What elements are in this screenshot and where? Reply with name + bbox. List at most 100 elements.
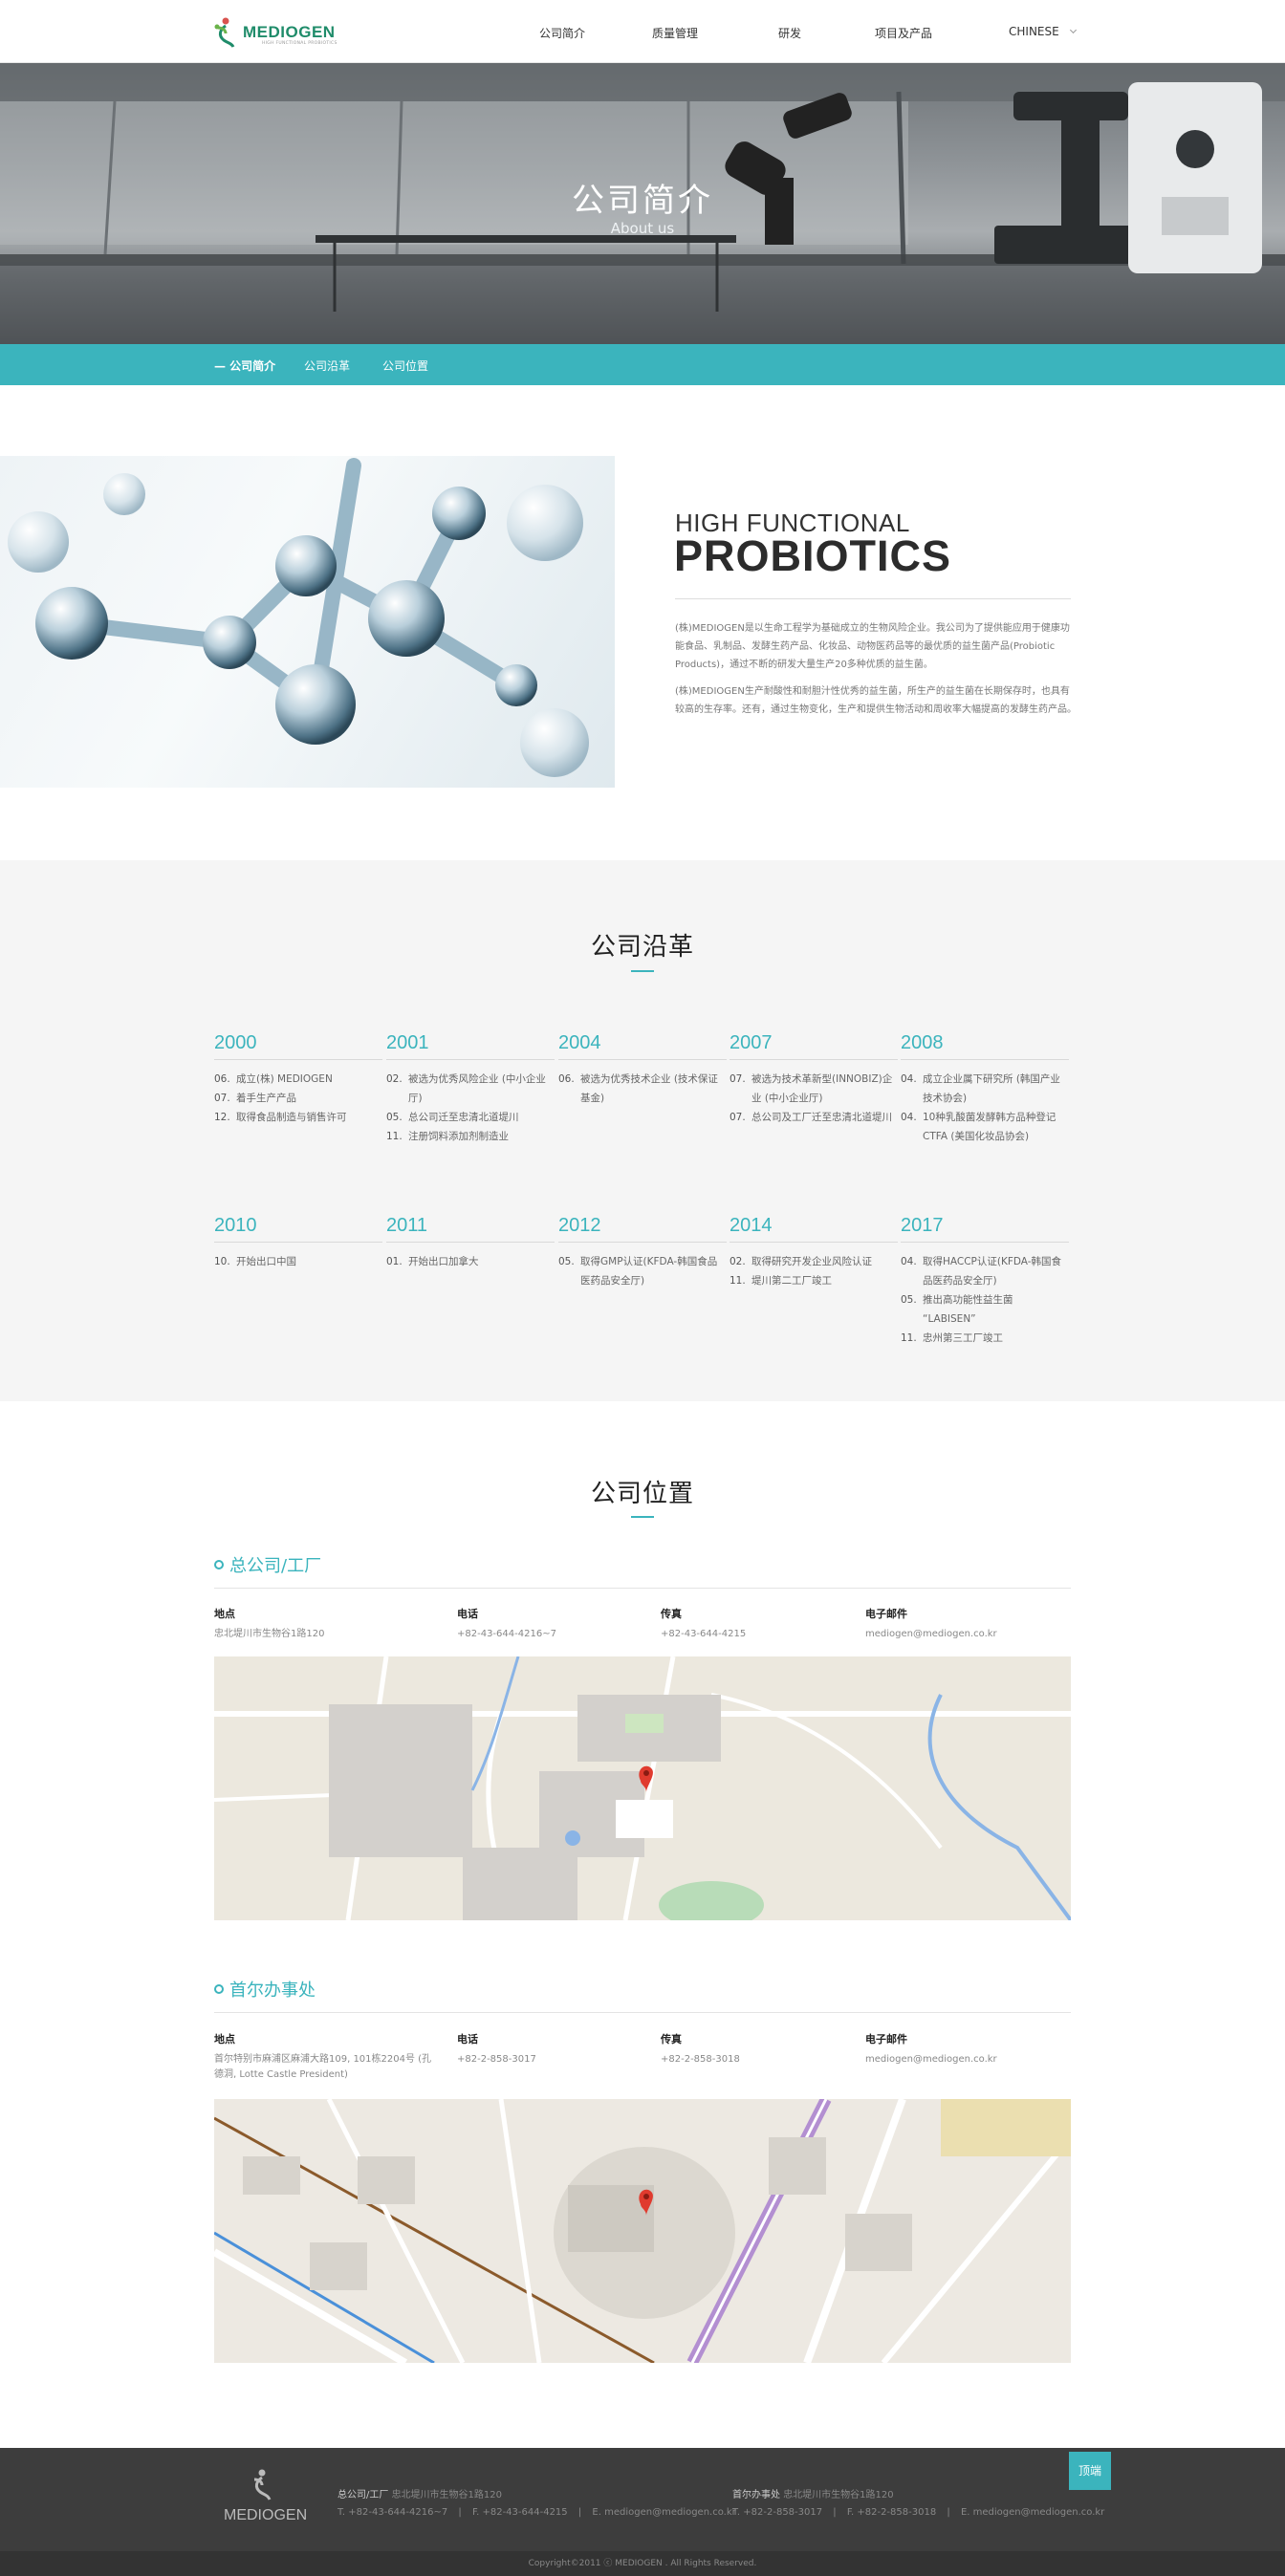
back-to-top-button[interactable]: 顶端 bbox=[1069, 2452, 1111, 2490]
seoul-heading: 首尔办事处 bbox=[214, 1977, 316, 2002]
footer-logo-icon bbox=[253, 2469, 272, 2500]
sub-navigation: — 公司简介 公司沿革 公司位置 bbox=[0, 344, 1285, 385]
intro-heading-line2: PROBIOTICS bbox=[674, 531, 952, 580]
history-event: 07. 着手生产产品 bbox=[214, 1089, 382, 1108]
history-event-month: 11. bbox=[730, 1275, 746, 1287]
email-value[interactable]: mediogen@mediogen.co.kr bbox=[865, 1627, 997, 1642]
nav-item-about[interactable]: 公司简介 bbox=[539, 25, 585, 41]
history-event: 11. 堤川第二工厂竣工 bbox=[730, 1271, 898, 1290]
history-year-block: 2017 04. 取得HACCP认证(KFDA-韩国食品医药品安全厅) 05. 推出高功… bbox=[901, 1215, 1069, 1348]
history-event-text: 开始出口加拿大 bbox=[408, 1256, 479, 1267]
divider bbox=[214, 2012, 1071, 2013]
history-event-month: 04. bbox=[901, 1073, 917, 1085]
history-event-text: 取得GMP认证(KFDA-韩国食品医药品安全厅) bbox=[580, 1256, 718, 1287]
history-year: 2004 bbox=[558, 1032, 601, 1053]
footer-hq-label: 总公司/工厂 bbox=[338, 2490, 389, 2500]
history-event-text: 着手生产产品 bbox=[236, 1093, 296, 1104]
nav-item-products[interactable]: 项目及产品 bbox=[875, 25, 932, 41]
hq-fax: 传真 +82-43-644-4215 bbox=[661, 1606, 746, 1642]
phone-value: +82-43-644-4216~7 bbox=[457, 1629, 556, 1639]
history-event-text: 开始出口中国 bbox=[236, 1256, 296, 1267]
seoul-phone: 电话 +82-2-858-3017 bbox=[457, 2031, 536, 2067]
history-event-month: 06. bbox=[558, 1073, 575, 1085]
history-year-block: 2011 01. 开始出口加拿大 bbox=[386, 1215, 555, 1271]
logo-text: MEDIOGEN bbox=[243, 23, 336, 41]
history-event-month: 10. bbox=[214, 1256, 230, 1267]
history-event: 05. 总公司迁至忠清北道堤川 bbox=[386, 1108, 555, 1127]
footer-seoul-tel: T. +82-2-858-3017 bbox=[732, 2507, 823, 2518]
history-year: 2017 bbox=[901, 1215, 944, 1236]
footer-seoul-email[interactable]: E. mediogen@mediogen.co.kr bbox=[961, 2507, 1104, 2518]
language-select[interactable]: CHINESE bbox=[1009, 25, 1077, 38]
history-year-block: 2004 06. 被选为优秀技术企业 (技术保证基金) bbox=[558, 1032, 727, 1108]
hero-banner: 公司简介 About us bbox=[0, 63, 1285, 344]
history-section: 公司沿革 2000 06. 成立(株) MEDIOGEN 07. 着手生产产品 12. 取得… bbox=[0, 860, 1285, 1401]
email-value[interactable]: mediogen@mediogen.co.kr bbox=[865, 2052, 997, 2067]
phone-label: 电话 bbox=[457, 1608, 478, 1620]
history-event-month: 01. bbox=[386, 1256, 403, 1267]
history-event-text: 忠州第三工厂竣工 bbox=[923, 1332, 1003, 1344]
subnav-item-location[interactable]: 公司位置 bbox=[382, 357, 428, 374]
footer-hq-email[interactable]: E. mediogen@mediogen.co.kr bbox=[592, 2507, 735, 2518]
footer-seoul-label: 首尔办事处 bbox=[732, 2490, 780, 2500]
history-event-month: 05. bbox=[901, 1294, 917, 1306]
hero-title: 公司简介 bbox=[572, 182, 713, 220]
logo-icon bbox=[214, 17, 235, 48]
footer-seoul: 首尔办事处 忠北堤川市生物谷1路120 bbox=[732, 2486, 894, 2500]
history-title: 公司沿革 bbox=[590, 933, 694, 962]
history-event-text: 推出高功能性益生菌 “LABISEN” bbox=[923, 1294, 1013, 1325]
history-year-block: 2010 10. 开始出口中国 bbox=[214, 1215, 382, 1271]
circle-bullet-icon bbox=[214, 1984, 224, 1994]
hq-address: 地点 忠北堤川市生物谷1路120 bbox=[214, 1606, 324, 1642]
history-event-text: 堤川第二工厂竣工 bbox=[751, 1275, 832, 1287]
history-year-block: 2007 07. 被选为技术革新型(INNOBIZ)企业 (中小企业厅) 07. 总公司… bbox=[730, 1032, 898, 1127]
address-label: 地点 bbox=[214, 2033, 235, 2046]
chevron-down-icon bbox=[1069, 26, 1077, 34]
history-event-month: 04. bbox=[901, 1112, 917, 1123]
history-event-month: 02. bbox=[386, 1073, 403, 1085]
footer-hq: 总公司/工厂 忠北堤川市生物谷1路120 bbox=[338, 2486, 502, 2500]
history-event: 11. 忠州第三工厂竣工 bbox=[901, 1329, 1069, 1348]
history-event-month: 11. bbox=[386, 1131, 403, 1142]
hq-title: 总公司/工厂 bbox=[229, 1556, 322, 1576]
logo-tagline: HIGH FUNCTIONAL PROBIOTICS bbox=[262, 41, 338, 46]
history-year-block: 2014 02. 取得研究开发企业风险认证 11. 堤川第二工厂竣工 bbox=[730, 1215, 898, 1290]
hq-heading: 总公司/工厂 bbox=[214, 1552, 321, 1577]
divider bbox=[214, 1059, 382, 1060]
divider bbox=[386, 1242, 555, 1243]
hero-subtitle: About us bbox=[610, 220, 675, 237]
hq-map[interactable] bbox=[214, 1656, 1071, 1920]
history-year: 2001 bbox=[386, 1032, 429, 1053]
nav-item-quality[interactable]: 质量管理 bbox=[652, 25, 698, 41]
email-label: 电子邮件 bbox=[865, 2033, 907, 2046]
footer-seoul-fax: F. +82-2-858-3018 bbox=[846, 2507, 937, 2518]
history-event: 01. 开始出口加拿大 bbox=[386, 1252, 555, 1271]
divider bbox=[386, 1059, 555, 1060]
intro-paragraph-2: (株)MEDIOGEN生产耐酸性和耐胆汁性优秀的益生菌，所生产的益生菌在长期保存… bbox=[675, 686, 1077, 715]
history-event: 05. 推出高功能性益生菌 “LABISEN” bbox=[901, 1290, 1069, 1329]
subnav-item-history[interactable]: 公司沿革 bbox=[304, 357, 350, 374]
history-event-month: 11. bbox=[901, 1332, 917, 1344]
history-event: 06. 被选为优秀技术企业 (技术保证基金) bbox=[558, 1070, 727, 1108]
hq-email: 电子邮件 mediogen@mediogen.co.kr bbox=[865, 1606, 997, 1642]
seoul-map[interactable] bbox=[214, 2099, 1071, 2363]
history-event-text: 被选为优秀技术企业 (技术保证基金) bbox=[580, 1073, 718, 1104]
history-event: 07. 被选为技术革新型(INNOBIZ)企业 (中小企业厅) bbox=[730, 1070, 898, 1108]
divider bbox=[214, 1588, 1071, 1589]
fax-label: 传真 bbox=[661, 2033, 682, 2046]
nav-item-research[interactable]: 研发 bbox=[778, 25, 801, 41]
history-year-block: 2012 05. 取得GMP认证(KFDA-韩国食品医药品安全厅) bbox=[558, 1215, 727, 1290]
history-event-month: 04. bbox=[901, 1256, 917, 1267]
fax-label: 传真 bbox=[661, 1608, 682, 1620]
history-event-text: 成立(株) MEDIOGEN bbox=[236, 1073, 333, 1085]
subnav-item-about[interactable]: — 公司简介 bbox=[214, 357, 275, 374]
history-event-month: 07. bbox=[214, 1093, 230, 1104]
history-event-month: 12. bbox=[214, 1112, 230, 1123]
logo[interactable]: MEDIOGEN HIGH FUNCTIONAL PROBIOTICS bbox=[212, 13, 338, 52]
history-event-text: 注册饲料添加剂制造业 bbox=[408, 1131, 509, 1142]
footer-hq-fax: F. +82-43-644-4215 bbox=[471, 2507, 568, 2518]
seoul-email: 电子邮件 mediogen@mediogen.co.kr bbox=[865, 2031, 997, 2067]
history-event: 07. 总公司及工厂迁至忠清北道堤川 bbox=[730, 1108, 898, 1127]
circle-bullet-icon bbox=[214, 1560, 224, 1569]
fax-value: +82-2-858-3018 bbox=[661, 2054, 740, 2065]
